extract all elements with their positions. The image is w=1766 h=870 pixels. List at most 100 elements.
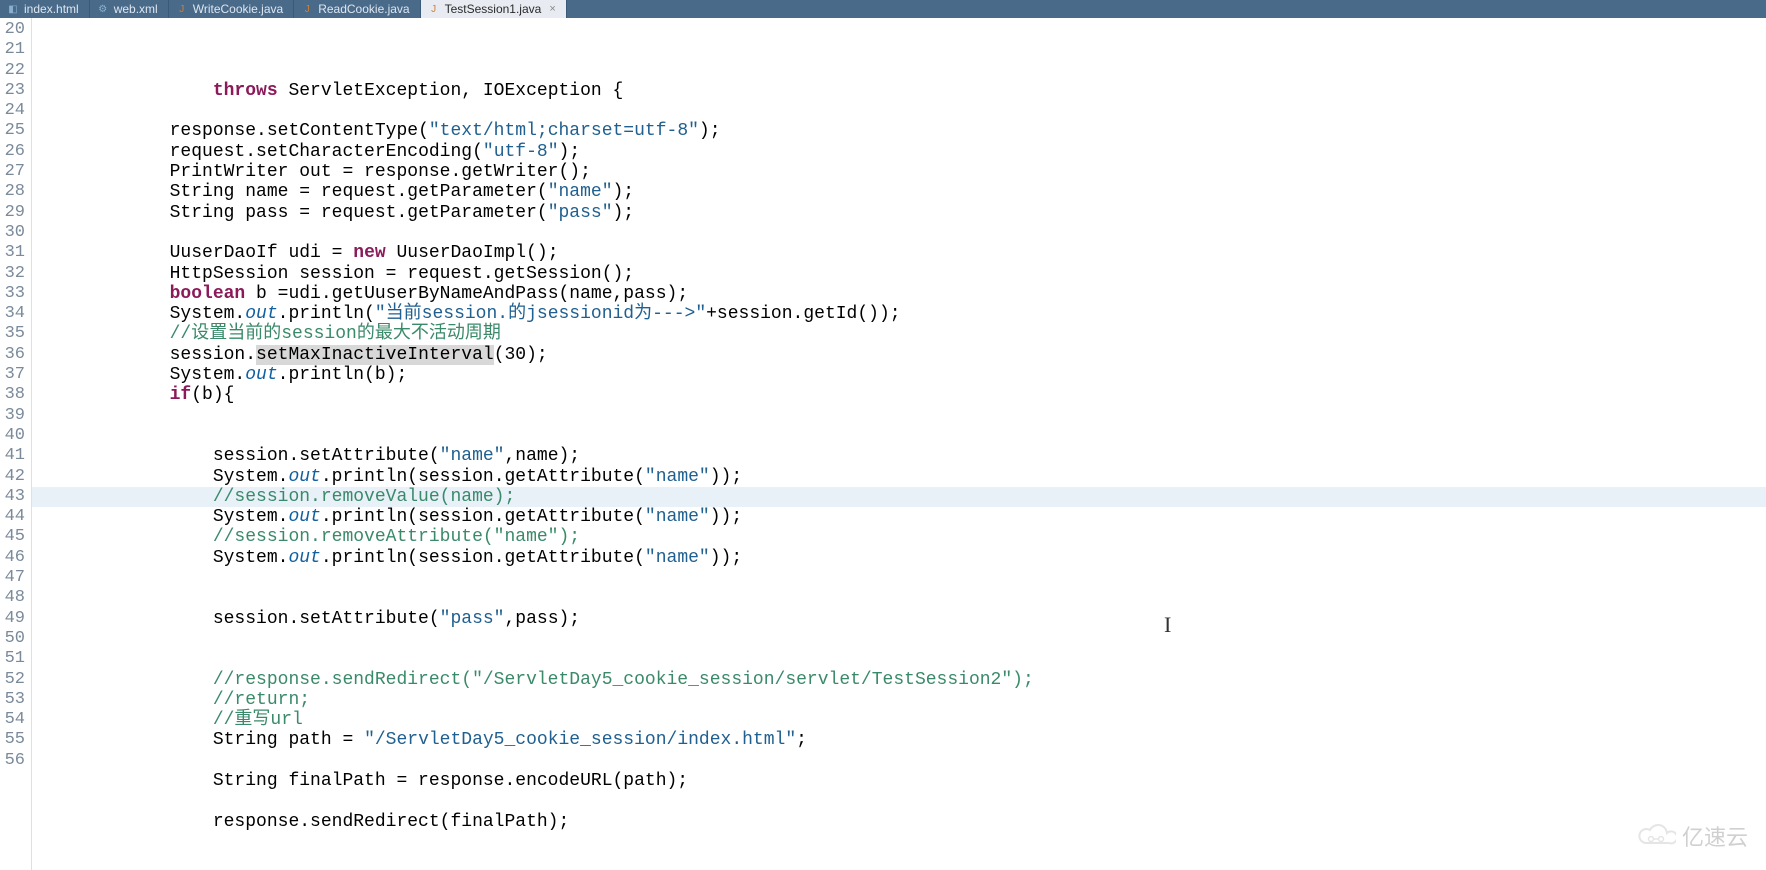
token-str: "name" (645, 548, 710, 568)
line-number: 42 (0, 467, 25, 487)
code-line[interactable]: if(b){ (32, 385, 1766, 405)
html-file-icon: ◧ (6, 2, 20, 16)
tab-writecookie-java[interactable]: JWriteCookie.java (169, 0, 294, 18)
cloud-icon (1636, 823, 1676, 849)
code-line[interactable]: boolean b =udi.getUuserByNameAndPass(nam… (32, 284, 1766, 304)
code-line[interactable]: //session.removeAttribute("name"); (32, 527, 1766, 547)
close-icon[interactable]: × (549, 3, 555, 15)
token-cmt: //return; (213, 690, 310, 710)
code-line[interactable]: UuserDaoIf udi = new UuserDaoImpl(); (32, 243, 1766, 263)
code-line[interactable]: response.setContentType("text/html;chars… (32, 121, 1766, 141)
code-line[interactable]: //return; (32, 690, 1766, 710)
code-line[interactable]: System.out.println(session.getAttribute(… (32, 467, 1766, 487)
tab-label: index.html (24, 2, 79, 16)
line-number: 32 (0, 264, 25, 284)
code-editor[interactable]: 2021222324252627282930313233343536373839… (0, 18, 1766, 870)
line-number: 26 (0, 142, 25, 162)
line-number: 47 (0, 568, 25, 588)
code-line[interactable]: String pass = request.getParameter("pass… (32, 203, 1766, 223)
token-cmt: //设置当前的session的最大不活动周期 (170, 324, 501, 344)
line-number: 23 (0, 81, 25, 101)
code-line[interactable]: //response.sendRedirect("/ServletDay5_co… (32, 670, 1766, 690)
line-number: 34 (0, 304, 25, 324)
line-number: 48 (0, 588, 25, 608)
watermark-logo: 亿速云 (1636, 820, 1748, 852)
line-number: 41 (0, 446, 25, 466)
code-line[interactable] (32, 588, 1766, 608)
line-number: 52 (0, 670, 25, 690)
line-number: 43 (0, 487, 25, 507)
text-cursor-icon: I (1164, 615, 1171, 635)
code-line[interactable]: request.setCharacterEncoding("utf-8"); (32, 142, 1766, 162)
code-line[interactable] (32, 101, 1766, 121)
line-number: 36 (0, 345, 25, 365)
tab-label: TestSession1.java (445, 2, 542, 16)
token-str: "name" (645, 507, 710, 527)
code-line[interactable]: String name = request.getParameter("name… (32, 182, 1766, 202)
token-str: "/ServletDay5_cookie_session/index.html" (364, 730, 796, 750)
code-line[interactable] (32, 223, 1766, 243)
token-str: "name" (440, 446, 505, 466)
line-number: 24 (0, 101, 25, 121)
token-field: out (288, 548, 320, 568)
code-line[interactable]: response.sendRedirect(finalPath); (32, 812, 1766, 832)
line-number: 49 (0, 609, 25, 629)
code-area[interactable]: throws ServletException, IOException { r… (32, 18, 1766, 870)
token-str: "text/html;charset=utf-8" (429, 121, 699, 141)
line-number: 40 (0, 426, 25, 446)
code-line[interactable]: String path = "/ServletDay5_cookie_sessi… (32, 730, 1766, 750)
tab-label: ReadCookie.java (318, 2, 409, 16)
tab-testsession1-java[interactable]: J TestSession1.java × (421, 0, 567, 18)
code-line[interactable]: String finalPath = response.encodeURL(pa… (32, 771, 1766, 791)
token-str: "pass" (440, 609, 505, 629)
line-number: 28 (0, 182, 25, 202)
token-cmt: //session.removeValue(name); (213, 487, 515, 507)
code-line[interactable] (32, 426, 1766, 446)
code-line[interactable]: System.out.println(b); (32, 365, 1766, 385)
code-line[interactable]: //重写url (32, 710, 1766, 730)
token-cmt: //response.sendRedirect("/ServletDay5_co… (213, 670, 1034, 690)
code-line[interactable]: session.setMaxInactiveInterval(30); (32, 345, 1766, 365)
code-line[interactable] (32, 629, 1766, 649)
line-number: 27 (0, 162, 25, 182)
line-number: 55 (0, 730, 25, 750)
token-str: "pass" (548, 203, 613, 223)
code-line[interactable]: //session.removeValue(name); (32, 487, 1766, 507)
line-number: 21 (0, 40, 25, 60)
code-line[interactable]: System.out.println("当前session.的jsessioni… (32, 304, 1766, 324)
code-line[interactable]: System.out.println(session.getAttribute(… (32, 507, 1766, 527)
code-line[interactable]: session.setAttribute("pass",pass); (32, 609, 1766, 629)
token-field: out (288, 467, 320, 487)
tab-web-xml[interactable]: ⚙ web.xml (90, 0, 169, 18)
tab-index-html[interactable]: ◧ index.html (0, 0, 90, 18)
line-number: 54 (0, 710, 25, 730)
code-line[interactable] (32, 406, 1766, 426)
line-number: 20 (0, 20, 25, 40)
line-number: 29 (0, 203, 25, 223)
code-line[interactable] (32, 568, 1766, 588)
tab-label: WriteCookie.java (193, 2, 283, 16)
line-number: 39 (0, 406, 25, 426)
code-line[interactable]: //设置当前的session的最大不活动周期 (32, 324, 1766, 344)
code-line[interactable]: throws ServletException, IOException { (32, 81, 1766, 101)
code-line[interactable] (32, 649, 1766, 669)
code-line[interactable] (32, 751, 1766, 771)
tab-readcookie-java[interactable]: JReadCookie.java (294, 0, 420, 18)
line-number-gutter: 2021222324252627282930313233343536373839… (0, 18, 32, 870)
token-str: "当前session.的jsessionid为--->" (375, 304, 706, 324)
line-number: 38 (0, 385, 25, 405)
token-hlbg: setMaxInactiveInterval (256, 345, 494, 365)
code-line[interactable]: HttpSession session = request.getSession… (32, 264, 1766, 284)
line-number: 46 (0, 548, 25, 568)
code-line[interactable]: session.setAttribute("name",name); (32, 446, 1766, 466)
line-number: 44 (0, 507, 25, 527)
code-line[interactable]: System.out.println(session.getAttribute(… (32, 548, 1766, 568)
token-str: "name" (548, 182, 613, 202)
code-line[interactable] (32, 791, 1766, 811)
java-file-icon: J (427, 2, 441, 16)
line-number: 22 (0, 61, 25, 81)
code-line[interactable]: PrintWriter out = response.getWriter(); (32, 162, 1766, 182)
xml-file-icon: ⚙ (96, 2, 110, 16)
tab-label: web.xml (114, 2, 158, 16)
line-number: 31 (0, 243, 25, 263)
